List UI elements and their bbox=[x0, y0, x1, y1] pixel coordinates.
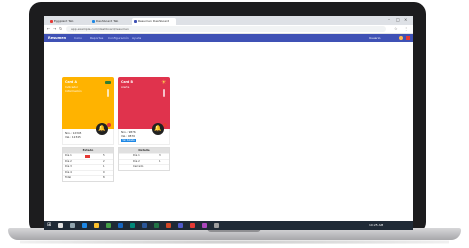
card-subtitle: Alerta bbox=[121, 85, 130, 89]
notification-dot bbox=[107, 123, 111, 127]
explorer-icon[interactable] bbox=[94, 223, 99, 228]
tab-label: Eggplant Tab bbox=[54, 19, 74, 23]
card-a-table: Estado Día 1 5 Día 2 2 Día 3 1 Día 4 0 T… bbox=[62, 147, 114, 182]
card-title: Card A bbox=[65, 80, 77, 84]
close-icon[interactable]: × bbox=[404, 17, 407, 22]
powerpoint-icon[interactable] bbox=[166, 223, 171, 228]
flag-icon[interactable] bbox=[406, 36, 410, 40]
table-row: Total 8 bbox=[63, 175, 113, 181]
card-subtitle: Información bbox=[65, 89, 82, 93]
teams-icon[interactable] bbox=[178, 223, 183, 228]
row-value: 8 bbox=[103, 176, 105, 179]
tab-favicon bbox=[134, 20, 137, 23]
excel-icon[interactable] bbox=[154, 223, 159, 228]
card-a[interactable]: Card A Indicador Información bbox=[62, 77, 114, 129]
card-b-table: Detalle Día 1 3 Día 2 1 Cerrado bbox=[118, 147, 170, 171]
browser-tab-1[interactable]: Eggplant Tab bbox=[48, 18, 88, 25]
level-bar bbox=[163, 89, 165, 97]
settings-icon[interactable] bbox=[214, 223, 219, 228]
menu-icon[interactable]: ⋮ bbox=[404, 26, 408, 32]
detail-badge[interactable]: Ver detalle bbox=[121, 139, 136, 142]
taskbar-clock[interactable]: 10:25 AM bbox=[369, 221, 383, 230]
app-brand[interactable]: Resumen bbox=[48, 34, 66, 42]
taskbar: ⊞ 10:25 AM bbox=[44, 221, 413, 230]
store-icon[interactable] bbox=[130, 223, 135, 228]
level-bar bbox=[107, 89, 109, 97]
search-icon[interactable] bbox=[58, 223, 63, 228]
nav-item-reportes[interactable]: Reportes bbox=[90, 34, 103, 42]
info-line: Val.: 9876 bbox=[121, 134, 136, 138]
table-row: Cerrado bbox=[119, 164, 169, 170]
status-chip bbox=[105, 81, 111, 84]
card-b[interactable]: Card B Alerta ☀ bbox=[118, 77, 170, 129]
tab-label: Dashboard Tab bbox=[96, 19, 119, 23]
address-bar[interactable]: app.example.com/dashboard/resumen bbox=[66, 26, 386, 32]
media-icon[interactable] bbox=[190, 223, 195, 228]
nav-item-configuracion[interactable]: Configuración bbox=[108, 34, 129, 42]
card-title: Card B bbox=[121, 80, 133, 84]
user-name[interactable]: Usuario bbox=[369, 34, 380, 42]
row-label: Cerrado bbox=[133, 165, 144, 168]
browser-tab-active[interactable]: Resumen Dashboard bbox=[132, 18, 176, 25]
star-icon[interactable]: ☆ bbox=[394, 26, 398, 32]
notification-dot bbox=[163, 123, 167, 127]
browser-tab-2[interactable]: Dashboard Tab bbox=[90, 18, 130, 25]
task-view-icon[interactable] bbox=[70, 223, 75, 228]
chrome-icon[interactable] bbox=[106, 223, 111, 228]
info-line: Val.: 12345 bbox=[65, 135, 81, 139]
laptop-shadow bbox=[20, 240, 449, 244]
row-label: Total bbox=[65, 176, 72, 179]
screen: Eggplant Tab Dashboard Tab Resumen Dashb… bbox=[44, 16, 413, 230]
sun-icon: ☀ bbox=[161, 79, 167, 86]
reload-icon[interactable]: ↻ bbox=[59, 26, 62, 32]
browser-tabstrip: Eggplant Tab Dashboard Tab Resumen Dashb… bbox=[44, 16, 413, 25]
tab-label: Resumen Dashboard bbox=[138, 19, 170, 23]
word-icon[interactable] bbox=[142, 223, 147, 228]
edge-icon[interactable] bbox=[82, 223, 87, 228]
back-icon[interactable]: ← bbox=[47, 26, 50, 32]
mail-icon[interactable] bbox=[118, 223, 123, 228]
browser-toolbar: ← → ↻ app.example.com/dashboard/resumen … bbox=[44, 25, 413, 34]
minimize-icon[interactable]: – bbox=[388, 17, 390, 22]
avatar[interactable] bbox=[399, 36, 403, 40]
tab-favicon bbox=[50, 20, 53, 23]
nav-item-ayuda[interactable]: Ayuda bbox=[132, 34, 141, 42]
forward-icon[interactable]: → bbox=[53, 26, 56, 32]
maximize-icon[interactable]: □ bbox=[396, 17, 400, 22]
app-navbar: Resumen Inicio Reportes Configuración Ay… bbox=[44, 34, 413, 42]
nav-item-inicio[interactable]: Inicio bbox=[74, 34, 82, 42]
photos-icon[interactable] bbox=[202, 223, 207, 228]
windows-icon[interactable]: ⊞ bbox=[47, 223, 51, 228]
tab-favicon bbox=[92, 20, 95, 23]
